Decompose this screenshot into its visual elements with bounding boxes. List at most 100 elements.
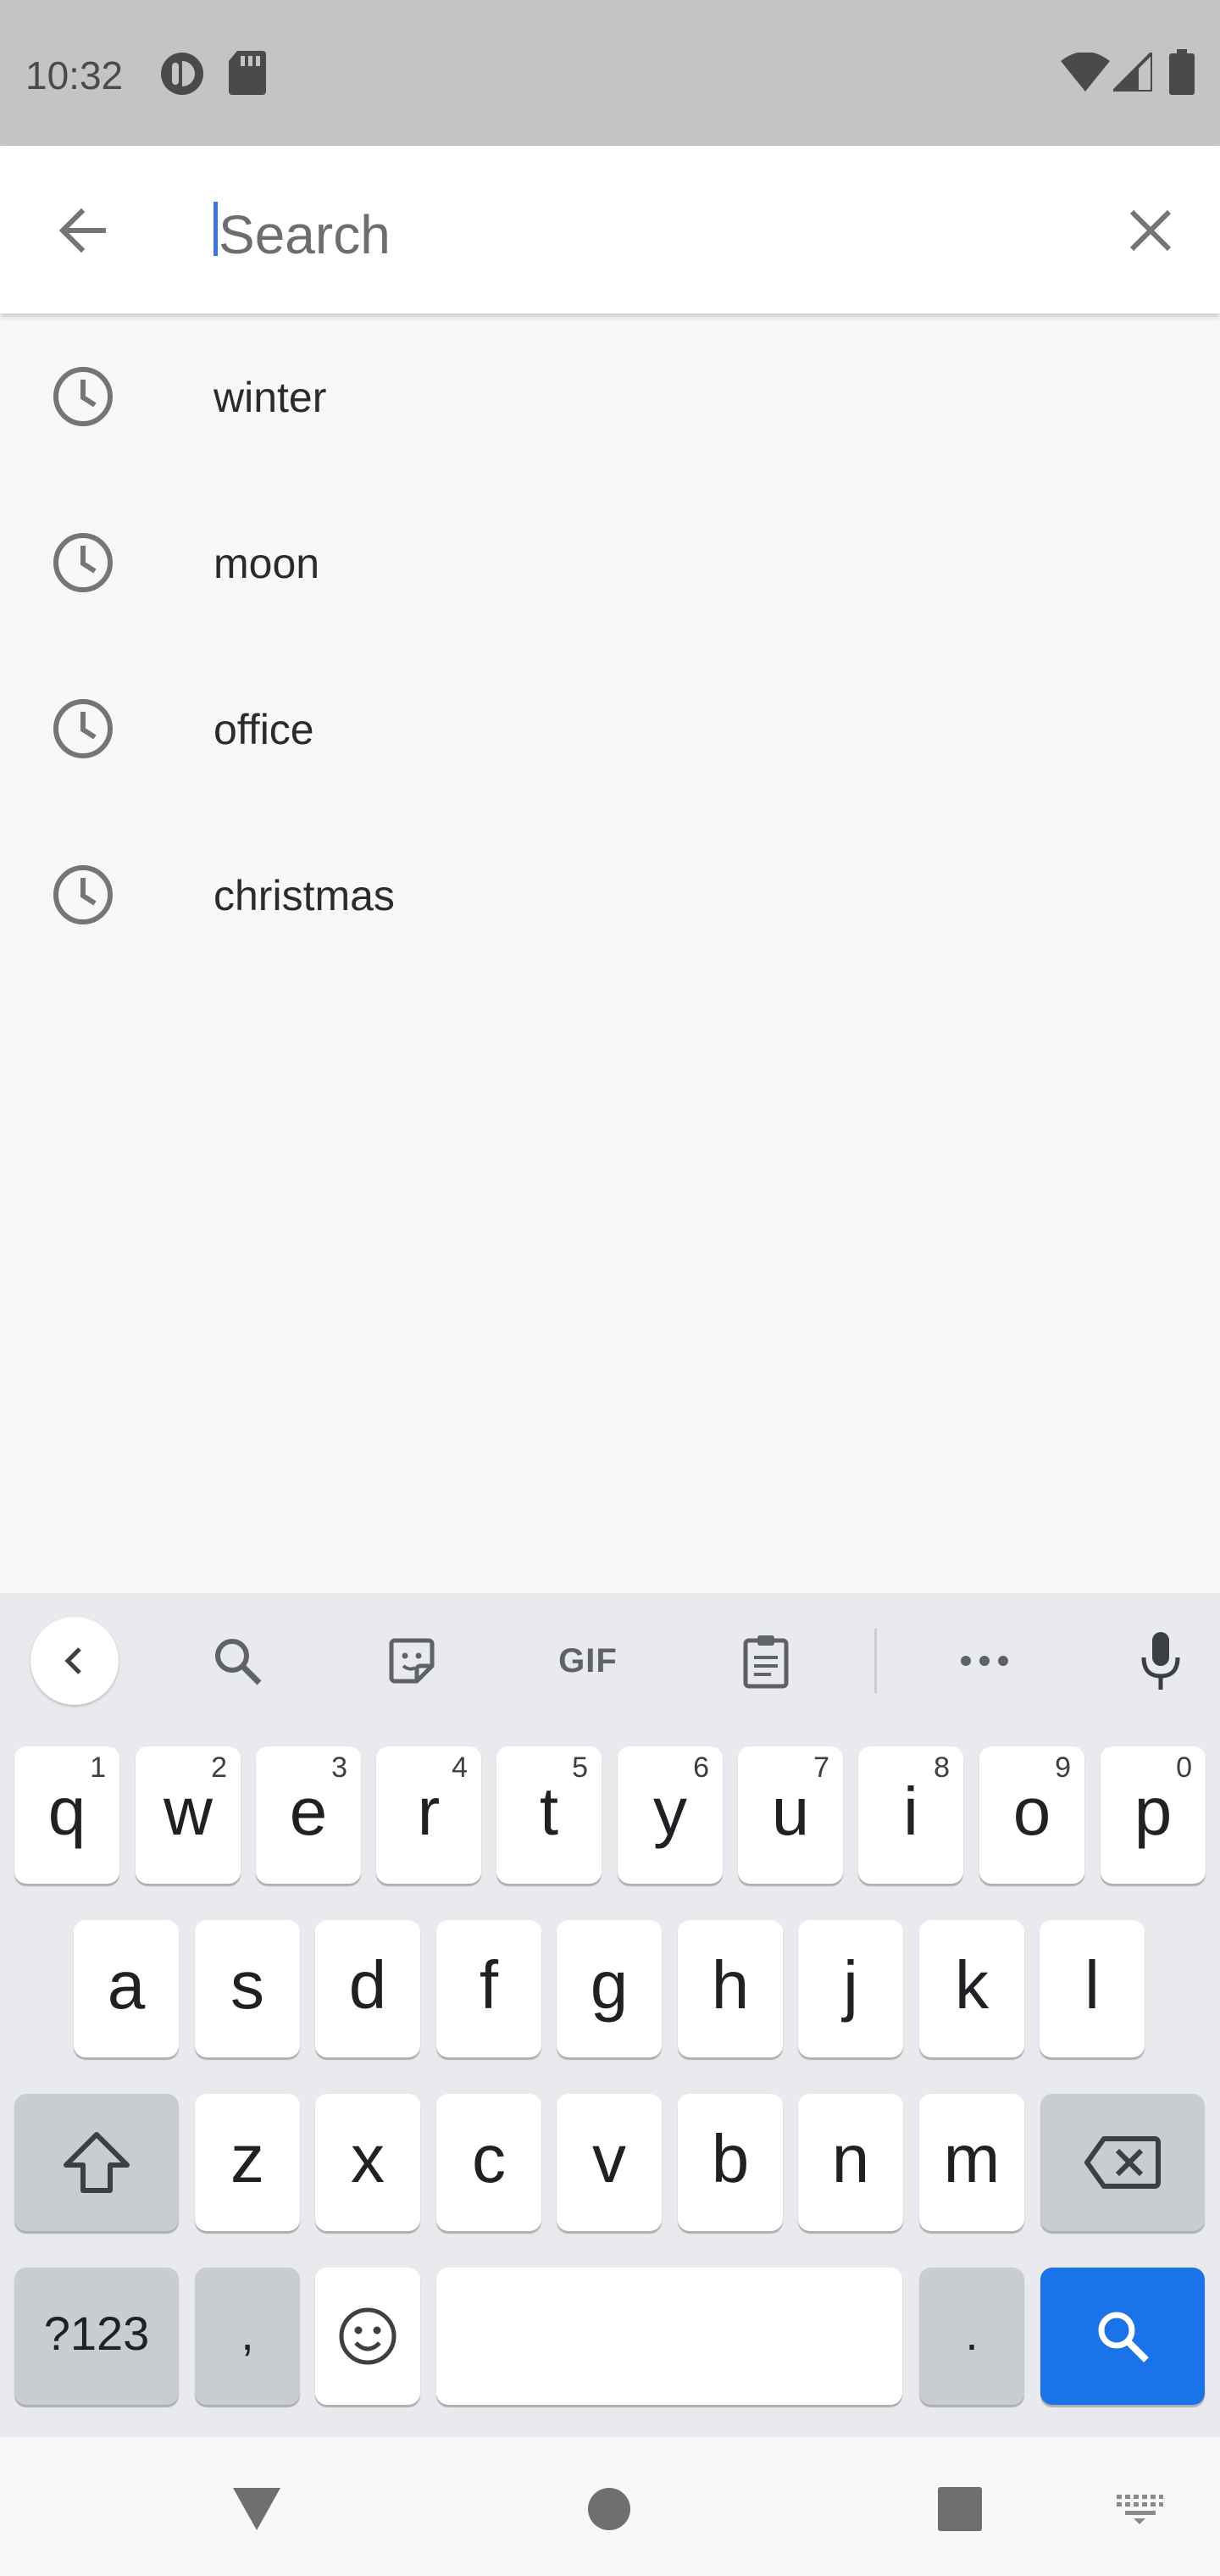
key-label: v [592, 2121, 626, 2196]
key-s[interactable]: s [195, 1920, 300, 2057]
search-input[interactable]: Search [212, 180, 1059, 281]
wifi-icon [1061, 53, 1110, 92]
voice-input-button[interactable] [1118, 1618, 1203, 1703]
keyboard-search-button[interactable] [195, 1618, 280, 1703]
home-circle-icon [588, 2488, 630, 2530]
key-label: c [472, 2121, 506, 2196]
key-label: i [903, 1774, 918, 1849]
more-icon [961, 1656, 1008, 1666]
sticker-button[interactable] [369, 1618, 454, 1703]
key-label: r [417, 1774, 441, 1849]
key-q[interactable]: 1q [14, 1746, 119, 1884]
search-placeholder: Search [219, 204, 391, 265]
key-label: j [843, 1947, 858, 2023]
key-label: ?123 [43, 2306, 150, 2360]
key-t[interactable]: 5t [496, 1746, 602, 1884]
back-button[interactable] [42, 190, 124, 271]
toolbar-divider [874, 1629, 877, 1693]
nav-back-button[interactable] [210, 2462, 303, 2556]
key-f[interactable]: f [436, 1920, 541, 2057]
keyboard-switch-icon [1117, 2495, 1163, 2524]
key-hint: 3 [331, 1752, 347, 1784]
history-item-winter[interactable]: winter [0, 314, 1220, 480]
more-options-button[interactable] [942, 1618, 1027, 1703]
key-u[interactable]: 7u [738, 1746, 843, 1884]
key-w[interactable]: 2w [136, 1746, 241, 1884]
collapse-toolbar-button[interactable] [30, 1617, 119, 1705]
key-label: q [47, 1774, 86, 1849]
history-clock-icon [53, 699, 113, 758]
keyboard-toolbar: GIF [0, 1593, 1220, 1720]
status-time: 10:32 [25, 53, 124, 97]
history-item-christmas[interactable]: christmas [0, 812, 1220, 978]
key-z[interactable]: z [195, 2094, 300, 2231]
emoji-icon [339, 2307, 396, 2365]
key-v[interactable]: v [557, 2094, 662, 2231]
symbols-key[interactable]: ?123 [14, 2268, 179, 2405]
history-item-office[interactable]: office [0, 646, 1220, 812]
key-h[interactable]: h [678, 1920, 783, 2057]
search-history-list: winter moon office christmas [0, 314, 1220, 978]
key-l[interactable]: l [1040, 1920, 1145, 2057]
sticker-icon [389, 1638, 435, 1684]
key-j[interactable]: j [798, 1920, 903, 2057]
key-label: n [831, 2121, 870, 2196]
battery-icon [1169, 49, 1195, 95]
nav-recents-button[interactable] [913, 2462, 1006, 2556]
emoji-key[interactable] [315, 2268, 420, 2405]
key-hint: 6 [693, 1752, 709, 1784]
clear-search-button[interactable] [1110, 190, 1191, 271]
soft-keyboard: GIF 1q 2w 3e 4r 5t 6 y 7 u 8 i 9 o 0 p a… [0, 1593, 1220, 2437]
text-cursor [214, 202, 218, 256]
history-clock-icon [53, 533, 113, 592]
key-n[interactable]: n [798, 2094, 903, 2231]
shift-key[interactable] [14, 2094, 179, 2231]
search-icon [1098, 2312, 1149, 2362]
period-key[interactable]: . [919, 2268, 1024, 2405]
keyboard-search-action-key[interactable] [1040, 2268, 1205, 2405]
search-icon [215, 1639, 262, 1685]
key-e[interactable]: 3e [256, 1746, 361, 1884]
key-r[interactable]: 4r [376, 1746, 481, 1884]
clipboard-button[interactable] [724, 1618, 808, 1703]
gif-button[interactable]: GIF [546, 1618, 630, 1703]
key-a[interactable]: a [74, 1920, 179, 2057]
history-item-label: moon [214, 540, 320, 587]
sd-card-icon [229, 51, 266, 95]
back-triangle-icon [233, 2488, 280, 2530]
key-label: b [711, 2121, 750, 2196]
history-item-moon[interactable]: moon [0, 480, 1220, 646]
key-label: a [107, 1947, 146, 2023]
key-label: m [943, 2121, 1001, 2196]
space-bar[interactable] [436, 2268, 902, 2405]
key-x[interactable]: x [315, 2094, 420, 2231]
key-hint: 2 [211, 1752, 227, 1784]
status-bar: 10:32 [0, 0, 1220, 146]
key-y[interactable]: 6y [618, 1746, 723, 1884]
arrow-back-icon [58, 208, 106, 253]
comma-key[interactable]: , [195, 2268, 300, 2405]
key-m[interactable]: m [919, 2094, 1024, 2231]
backspace-key[interactable] [1040, 2094, 1205, 2231]
key-g[interactable]: g [557, 1920, 662, 2057]
key-label: . [965, 2306, 979, 2360]
notification-app-icon [161, 53, 203, 95]
key-label: s [230, 1947, 264, 2023]
key-c[interactable]: c [436, 2094, 541, 2231]
key-d[interactable]: d [315, 1920, 420, 2057]
key-label: l [1084, 1947, 1100, 2023]
nav-home-button[interactable] [563, 2462, 656, 2556]
key-label: u [771, 1774, 810, 1849]
key-p[interactable]: 0p [1101, 1746, 1206, 1884]
key-o[interactable]: 9o [979, 1746, 1084, 1884]
search-app-bar: Search [0, 146, 1220, 314]
recents-square-icon [938, 2487, 982, 2531]
key-i[interactable]: 8i [858, 1746, 963, 1884]
key-label: p [1134, 1774, 1173, 1849]
key-k[interactable]: k [919, 1920, 1024, 2057]
key-label: y [653, 1774, 687, 1849]
key-b[interactable]: b [678, 2094, 783, 2231]
key-hint: 9 [1055, 1752, 1071, 1784]
gif-label: GIF [558, 1641, 618, 1679]
keyboard-switch-button[interactable] [1093, 2462, 1186, 2556]
